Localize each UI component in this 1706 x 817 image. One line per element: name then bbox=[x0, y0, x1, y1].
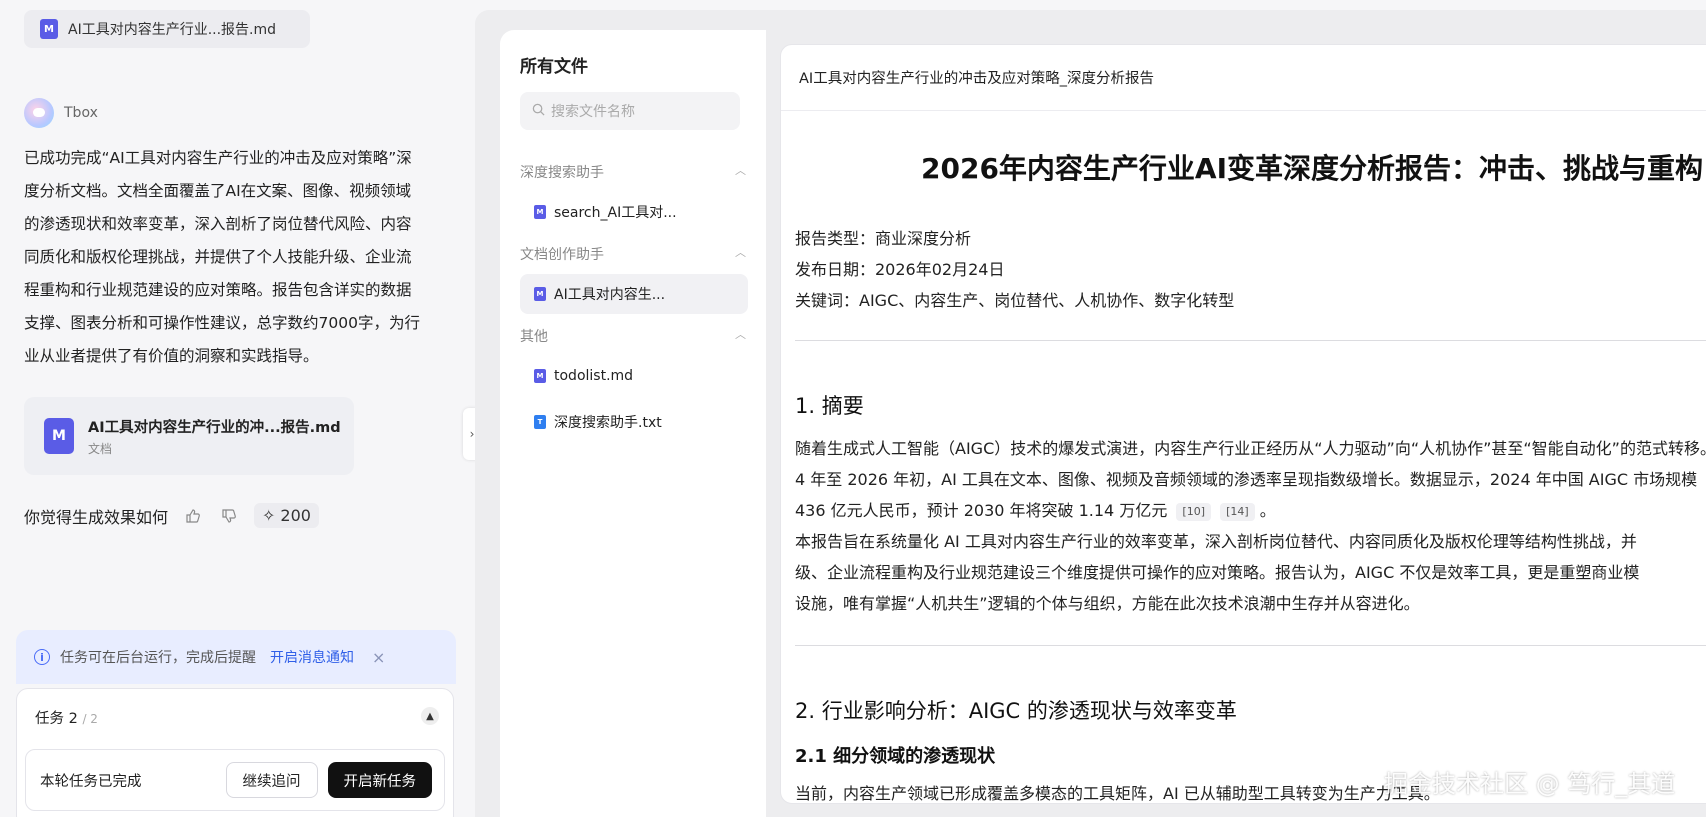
task-status: 本轮任务已完成 bbox=[40, 773, 142, 790]
generated-doc-card[interactable]: M AI工具对内容生产行业的冲...报告.md 文档 bbox=[24, 397, 354, 475]
group-name: 其他 bbox=[520, 329, 548, 345]
file-name: 深度搜索助手.txt bbox=[554, 415, 662, 431]
file-item[interactable]: M search_AI工具对... bbox=[520, 192, 748, 232]
file-item[interactable]: T 深度搜索助手.txt bbox=[520, 402, 748, 442]
document-heading: 2026年内容生产行业AI变革深度分析报告：冲击、挑战与重构 bbox=[921, 152, 1704, 185]
citation-badge[interactable]: [14] bbox=[1220, 502, 1255, 521]
chevron-up-icon[interactable]: ▲ bbox=[421, 707, 439, 725]
watermark-text: 掘金技术社区 @ 笃行_其道 bbox=[1384, 770, 1676, 798]
task-fraction: / 2 bbox=[82, 712, 98, 726]
paragraph-line: 设施，唯有掌握“人机共生”逻辑的个体与组织，方能在此次技术浪潮中生存并从容进化。 bbox=[795, 594, 1420, 613]
sparkle-icon: ✧ bbox=[262, 506, 276, 525]
answer-line: 已成功完成“AI工具对内容生产行业的冲击及应对策略”深 bbox=[24, 149, 412, 167]
answer-line: 业从业者提供了有价值的洞察和实践指导。 bbox=[24, 347, 319, 365]
info-icon: i bbox=[34, 649, 50, 665]
file-name: todolist.md bbox=[554, 368, 634, 384]
paragraph-line: 随着生成式人工智能（AIGC）技术的爆发式演进，内容生产行业正经历从“人力驱动”… bbox=[795, 439, 1706, 458]
group-other[interactable]: 其他 ︿ bbox=[520, 326, 746, 346]
section-heading: 1. 摘要 bbox=[795, 394, 864, 418]
files-title: 所有文件 bbox=[520, 57, 588, 77]
points-badge: ✧ 200 bbox=[254, 503, 319, 528]
answer-line: 的渗透现状和效率变革，深入剖析了岗位替代风险、内容 bbox=[24, 215, 412, 233]
attached-file-chip[interactable]: M AI工具对内容生产行业...报告.md bbox=[24, 10, 310, 48]
meta-publish-date: 发布日期：2026年02月24日 bbox=[795, 260, 1005, 279]
document-bar-title: AI工具对内容生产行业的冲击及应对策略_深度分析报告 bbox=[799, 71, 1154, 87]
task-label: 任务 2 bbox=[35, 711, 78, 727]
feedback-row: 你觉得生成效果如何 ✧ 200 bbox=[24, 503, 319, 528]
file-item[interactable]: M todolist.md bbox=[520, 356, 748, 396]
group-doc-creation[interactable]: 文档创作助手 ︿ bbox=[520, 244, 746, 264]
citation-badge[interactable]: [10] bbox=[1176, 502, 1212, 521]
points-value: 200 bbox=[280, 506, 311, 525]
file-item-selected[interactable]: M AI工具对内容生... bbox=[520, 274, 748, 314]
background-notice: i 任务可在后台运行，完成后提醒 开启消息通知 × bbox=[16, 630, 456, 684]
meta-keywords: 关键词：AIGC、内容生产、岗位替代、人机协作、数字化转型 bbox=[795, 291, 1235, 310]
chevron-up-icon: ︿ bbox=[735, 246, 746, 259]
search-placeholder: 搜索文件名称 bbox=[551, 104, 635, 120]
task-status-row: 本轮任务已完成 继续追问 开启新任务 bbox=[25, 749, 445, 811]
markdown-file-icon: M bbox=[40, 19, 58, 39]
section-heading: 2. 行业影响分析：AIGC 的渗透现状与效率变革 bbox=[795, 699, 1237, 723]
thumbs-up-icon[interactable] bbox=[182, 505, 204, 527]
markdown-file-icon: M bbox=[534, 287, 546, 301]
paragraph-line: 当前，内容生产领域已形成覆盖多模态的工具矩阵，AI 已从辅助型工具转变为生产力工… bbox=[795, 784, 1440, 803]
paragraph-text: 436 亿元人民币，预计 2030 年将突破 1.14 万亿元 bbox=[795, 501, 1168, 520]
search-icon bbox=[532, 103, 545, 120]
answer-line: 度分析文档。文档全面覆盖了AI在文案、图像、视频领域 bbox=[24, 182, 412, 200]
document-viewer: AI工具对内容生产行业的冲击及应对策略_深度分析报告 2026年内容生产行业AI… bbox=[780, 44, 1706, 804]
divider bbox=[795, 340, 1706, 341]
chat-panel: M AI工具对内容生产行业...报告.md Tbox 已成功完成“AI工具对内容… bbox=[0, 0, 475, 817]
document-title-bar: AI工具对内容生产行业的冲击及应对策略_深度分析报告 bbox=[781, 45, 1706, 111]
feedback-question: 你觉得生成效果如何 bbox=[24, 507, 169, 527]
subsection-heading: 2.1 细分领域的渗透现状 bbox=[795, 746, 996, 767]
file-name: search_AI工具对... bbox=[554, 205, 677, 221]
task-header: 任务 2 / 2 bbox=[35, 707, 98, 728]
paragraph-line: 本报告旨在系统量化 AI 工具对内容生产行业的效率变革，深入剖析岗位替代、内容同… bbox=[795, 532, 1637, 551]
text-file-icon: T bbox=[534, 415, 546, 429]
file-browser: 所有文件 搜索文件名称 深度搜索助手 ︿ M search_AI工具对... 文… bbox=[500, 30, 766, 817]
group-name: 文档创作助手 bbox=[520, 247, 604, 263]
enable-notification-link[interactable]: 开启消息通知 bbox=[270, 647, 354, 667]
attached-file-name: AI工具对内容生产行业...报告.md bbox=[68, 22, 277, 38]
doc-card-subtitle: 文档 bbox=[88, 441, 113, 456]
bot-answer: 已成功完成“AI工具对内容生产行业的冲击及应对策略”深 度分析文档。文档全面覆盖… bbox=[24, 142, 450, 373]
markdown-doc-icon: M bbox=[44, 418, 74, 454]
paragraph-line: 4 年至 2026 年初，AI 工具在文本、图像、视频及音频领域的渗透率呈现指数… bbox=[795, 470, 1698, 489]
group-deep-search[interactable]: 深度搜索助手 ︿ bbox=[520, 162, 746, 182]
chevron-up-icon: ︿ bbox=[735, 164, 746, 177]
bot-avatar bbox=[24, 98, 54, 128]
notice-text: 任务可在后台运行，完成后提醒 bbox=[60, 650, 256, 666]
answer-line: 程重构和行业规范建设的应对策略。报告包含详实的数据 bbox=[24, 281, 412, 299]
close-icon[interactable]: × bbox=[372, 648, 385, 667]
bot-name: Tbox bbox=[64, 105, 98, 121]
markdown-file-icon: M bbox=[534, 205, 546, 219]
chevron-up-icon: ︿ bbox=[735, 328, 746, 341]
new-task-button[interactable]: 开启新任务 bbox=[327, 762, 432, 798]
period: 。 bbox=[1259, 501, 1276, 520]
meta-report-type: 报告类型：商业深度分析 bbox=[795, 229, 972, 248]
file-name: AI工具对内容生... bbox=[554, 287, 666, 303]
answer-line: 支撑、图表分析和可操作性建议，总字数约7000字，为行 bbox=[24, 314, 420, 332]
bot-header: Tbox bbox=[24, 98, 98, 128]
answer-line: 同质化和版权伦理挑战，并提供了个人技能升级、企业流 bbox=[24, 248, 412, 266]
paragraph-line: 级、企业流程重构及行业规范建设三个维度提供可操作的应对策略。报告认为，AIGC … bbox=[795, 563, 1640, 582]
paragraph-line-with-citations: 436 亿元人民币，预计 2030 年将突破 1.14 万亿元 [10] [14… bbox=[795, 495, 1276, 526]
markdown-file-icon: M bbox=[534, 369, 546, 383]
continue-ask-button[interactable]: 继续追问 bbox=[225, 762, 318, 798]
task-panel: 任务 2 / 2 ▲ 本轮任务已完成 继续追问 开启新任务 bbox=[16, 688, 454, 817]
thumbs-down-icon[interactable] bbox=[218, 505, 240, 527]
file-search-input[interactable]: 搜索文件名称 bbox=[520, 92, 740, 130]
doc-card-title: AI工具对内容生产行业的冲...报告.md bbox=[88, 419, 341, 436]
divider bbox=[795, 645, 1706, 646]
group-name: 深度搜索助手 bbox=[520, 165, 604, 181]
